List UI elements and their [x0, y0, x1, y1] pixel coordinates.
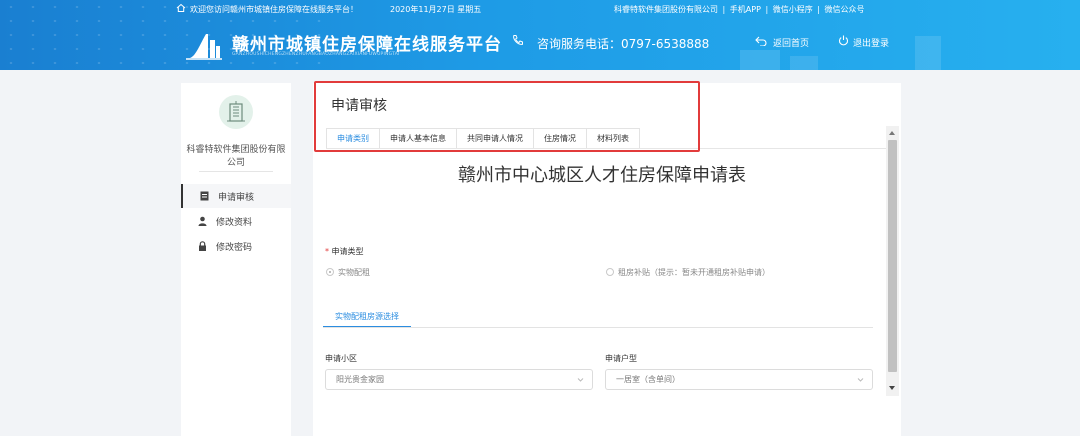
chevron-down-icon: [857, 378, 864, 382]
date-text: 2020年11月27日 星期五: [390, 5, 482, 14]
scroll-thumb[interactable]: [888, 140, 897, 372]
subtab-housing-selection[interactable]: 实物配租房源选择: [323, 307, 411, 328]
scroll-up-arrow-icon[interactable]: [889, 131, 895, 135]
tab-materials-list[interactable]: 材料列表: [586, 128, 640, 149]
return-icon[interactable]: [755, 36, 767, 46]
user-icon: [198, 216, 207, 226]
brand-logo-icon[interactable]: [186, 30, 222, 60]
tab-divider: [326, 148, 886, 149]
form-title: 赣州市中心城区人才住房保障申请表: [458, 165, 746, 186]
link-separator: |: [722, 5, 726, 14]
apply-type-label-text: 申请类型: [331, 247, 364, 256]
tab-housing-status[interactable]: 住房情况: [533, 128, 586, 149]
building-icon: [227, 101, 245, 122]
subtab-divider: [323, 327, 873, 328]
tab-application-category[interactable]: 申请类别: [326, 128, 379, 149]
logout-link[interactable]: 退出登录: [853, 36, 889, 49]
radio-label: 实物配租: [338, 268, 370, 277]
wechat-official-account-link[interactable]: 微信公众号: [825, 5, 865, 14]
sidebar-item-label: 修改密码: [216, 243, 253, 253]
sidebar-item-change-password[interactable]: 修改密码: [181, 234, 291, 258]
skyline-decoration: [915, 36, 941, 70]
sidebar: 科睿特软件集团股份有限公司 申请审核 修改资料 修改密码: [181, 83, 291, 436]
company-name: 科睿特软件集团股份有限公司: [186, 145, 286, 168]
sidebar-item-label: 申请审核: [218, 193, 255, 203]
community-label: 申请小区: [325, 354, 357, 363]
main-panel: 申请审核 申请类别 申请人基本信息 共同申请人情况 住房情况 材料列表 赣州市中…: [313, 83, 901, 436]
power-icon[interactable]: [838, 35, 849, 46]
required-mark: *: [325, 247, 329, 256]
community-select[interactable]: 阳光贵金家园: [325, 369, 593, 390]
scrollbar[interactable]: [886, 126, 899, 396]
avatar: [219, 95, 253, 129]
scroll-down-arrow-icon[interactable]: [889, 386, 895, 390]
brand-subtitle: GANZHOUSHICHENGZHENZHUFANGBAOZHANGZAIXIA…: [232, 52, 400, 57]
back-home-link[interactable]: 返回首页: [773, 36, 809, 49]
sidebar-item-application-review[interactable]: 申请审核: [181, 184, 291, 208]
wechat-miniprogram-link[interactable]: 微信小程序: [773, 5, 813, 14]
form-icon: [200, 191, 209, 201]
tab-bar: 申请类别 申请人基本信息 共同申请人情况 住房情况 材料列表: [326, 128, 640, 149]
unit-type-select[interactable]: 一居室（含单间）: [605, 369, 873, 390]
community-select-value: 阳光贵金家园: [336, 375, 384, 384]
hotline-text: 咨询服务电话：0797-6538888: [537, 37, 710, 51]
link-separator: |: [765, 5, 769, 14]
home-icon[interactable]: [176, 3, 186, 13]
chevron-down-icon: [577, 378, 584, 382]
phone-icon: [513, 35, 523, 45]
radio-rent-subsidy[interactable]: 租房补贴（提示：暂未开通租房补贴申请）: [606, 267, 770, 278]
sidebar-item-label: 修改资料: [216, 218, 253, 228]
tab-co-applicant[interactable]: 共同申请人情况: [456, 128, 533, 149]
lock-icon: [199, 241, 206, 251]
apply-type-label: * 申请类型: [325, 246, 364, 257]
top-links: 科睿特软件集团股份有限公司 | 手机APP | 微信小程序 | 微信公众号: [613, 4, 866, 15]
link-separator: |: [817, 5, 820, 14]
unit-type-label: 申请户型: [605, 354, 637, 363]
unit-type-select-value: 一居室（含单间）: [616, 375, 680, 384]
top-info-bar: 欢迎您访问赣州市城镇住房保障在线服务平台！ 2020年11月27日 星期五 科睿…: [0, 0, 1080, 18]
welcome-text: 欢迎您访问赣州市城镇住房保障在线服务平台！: [190, 5, 358, 14]
radio-circle[interactable]: [606, 268, 614, 276]
header-banner: 欢迎您访问赣州市城镇住房保障在线服务平台！ 2020年11月27日 星期五 科睿…: [0, 0, 1080, 70]
page-title: 申请审核: [331, 98, 387, 114]
tab-applicant-basic-info[interactable]: 申请人基本信息: [379, 128, 456, 149]
radio-physical-rental[interactable]: 实物配租: [326, 267, 370, 278]
company-link[interactable]: 科睿特软件集团股份有限公司: [614, 5, 718, 14]
skyline-decoration: [790, 56, 818, 70]
radio-circle[interactable]: [326, 268, 334, 276]
mobile-app-link[interactable]: 手机APP: [730, 5, 761, 14]
sidebar-item-edit-profile[interactable]: 修改资料: [181, 209, 291, 233]
radio-label: 租房补贴（提示：暂未开通租房补贴申请）: [618, 268, 770, 277]
divider: [199, 171, 273, 172]
skyline-decoration: [740, 50, 780, 70]
